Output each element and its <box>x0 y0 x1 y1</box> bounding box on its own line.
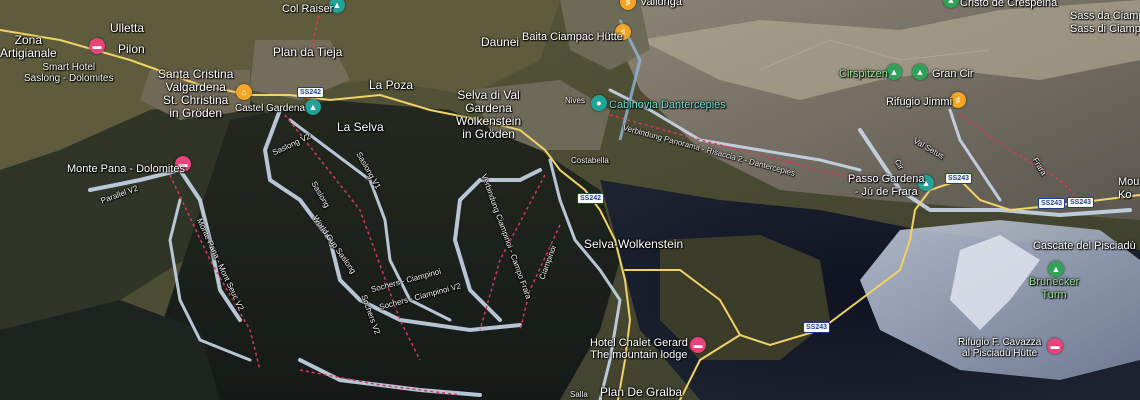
bed-icon: ▬ <box>1050 341 1060 351</box>
place-label-gran-cir[interactable]: Gran Cir <box>932 68 974 81</box>
place-label-plan-de-gralba[interactable]: Plan De Gralba <box>600 386 682 399</box>
place-label-plan-da-tieja[interactable]: Plan da Tieja <box>273 46 342 59</box>
food-pin-rifugio-jimmi[interactable]: ♯ <box>950 92 966 108</box>
bed-icon: ▬ <box>693 340 703 350</box>
castle-icon: ⌂ <box>241 87 247 97</box>
place-label-pilon[interactable]: Pilon <box>118 43 145 56</box>
place-label-hotel-chalet-gerard[interactable]: Hotel Chalet Gerard The mountain lodge <box>590 337 688 361</box>
place-label-baita-ciampac[interactable]: Baita Ciampac Hütte <box>522 31 623 44</box>
fork-knife-icon: ♯ <box>955 95 961 105</box>
transit-pin-cabinovia[interactable]: ● <box>591 95 607 111</box>
map-view[interactable]: SS242 SS242 SS243 SS243 SS243 SS243 ▬ ▬ … <box>0 0 1140 400</box>
cable-car-icon: ▲ <box>332 0 342 10</box>
place-label-castel-gardena[interactable]: Castel Gardena <box>235 102 305 115</box>
place-label-la-poza[interactable]: La Poza <box>369 79 413 92</box>
place-label-vallunga[interactable]: Vallunga <box>640 0 682 9</box>
hotel-pin-chalet-gerard[interactable]: ▬ <box>690 337 706 353</box>
place-label-selva-wolkenstein[interactable]: Selva-Wolkenstein <box>584 238 683 251</box>
transit-pin-la-selva[interactable]: ▲ <box>305 99 321 115</box>
mountain-icon: ▲ <box>889 67 899 77</box>
place-label-rifugio-jimmi[interactable]: Rifugio Jimmi <box>886 96 952 109</box>
fork-knife-icon: ♯ <box>625 0 631 7</box>
place-label-daunei[interactable]: Daunei <box>481 36 519 49</box>
road-badge-ss242: SS242 <box>297 87 325 98</box>
place-label-rifugio-cavazza[interactable]: Rifugio F. Cavazza al Pisciadù Hütte <box>958 337 1041 359</box>
trail-label-salla[interactable]: Salla <box>570 390 588 399</box>
road-badge-ss243: SS243 <box>803 322 831 333</box>
hotel-pin-smart-hotel[interactable]: ▬ <box>89 38 105 54</box>
place-label-costabella[interactable]: Costabella <box>571 156 609 165</box>
place-label-mou[interactable]: Mou Ko <box>1118 176 1139 202</box>
cable-car-icon: ▲ <box>308 102 318 112</box>
place-label-monte-pana[interactable]: Monte Pana - Dolomites <box>67 163 185 176</box>
place-label-la-selva[interactable]: La Selva <box>337 121 384 134</box>
place-label-nives[interactable]: Nives <box>565 96 585 105</box>
place-label-cirspitzen[interactable]: Cirspitzen <box>839 68 888 81</box>
peak-pin-cirspitzen[interactable]: ▲ <box>886 64 902 80</box>
bed-icon: ▬ <box>92 41 102 51</box>
place-label-col-raiser[interactable]: Col Raiser <box>282 3 333 16</box>
mountain-icon: ▲ <box>1051 264 1061 274</box>
place-label-selva[interactable]: Selva di Val Gardena Wolkenstein in Gröd… <box>456 89 521 141</box>
place-label-cristo-crespeina[interactable]: Cristo de Crespeina <box>960 0 1057 10</box>
place-label-zona-artigianale[interactable]: Zona Artigianale <box>0 34 57 60</box>
place-label-sass-da-ciampac[interactable]: Sass da Ciampac Sass di Ciampac <box>1070 10 1140 36</box>
hotel-pin-rifugio-cavazza[interactable]: ▬ <box>1047 338 1063 354</box>
mountain-icon: ▲ <box>946 0 956 5</box>
road-badge-ss243: SS243 <box>945 173 973 184</box>
road-badge-ss243: SS243 <box>1038 198 1066 209</box>
castle-pin-castel-gardena[interactable]: ⌂ <box>236 84 252 100</box>
peak-pin-gran-cir[interactable]: ▲ <box>912 64 928 80</box>
place-label-cascate[interactable]: Cascate del Pisciadù <box>1033 240 1136 253</box>
place-label-cabinovia[interactable]: Cabinovia Dantercepies <box>609 99 726 112</box>
road-badge-ss242: SS242 <box>577 193 605 204</box>
place-label-smart-hotel[interactable]: Smart Hotel Saslong - Dolomites <box>24 62 113 84</box>
place-label-passo-gardena[interactable]: Passo Gardena - Jú de Frara <box>848 173 924 199</box>
place-label-santa-cristina[interactable]: Santa Cristina Valgardena St. Christina … <box>158 68 233 120</box>
mountain-icon: ▲ <box>915 67 925 77</box>
road-badge-ss243: SS243 <box>1067 197 1095 208</box>
person-icon: ● <box>596 98 602 108</box>
peak-pin-brunecker-turm[interactable]: ▲ <box>1048 261 1064 277</box>
place-label-ulletta[interactable]: Ulletta <box>110 22 144 35</box>
place-label-brunecker-turm[interactable]: Brunecker Turm <box>1029 276 1079 302</box>
